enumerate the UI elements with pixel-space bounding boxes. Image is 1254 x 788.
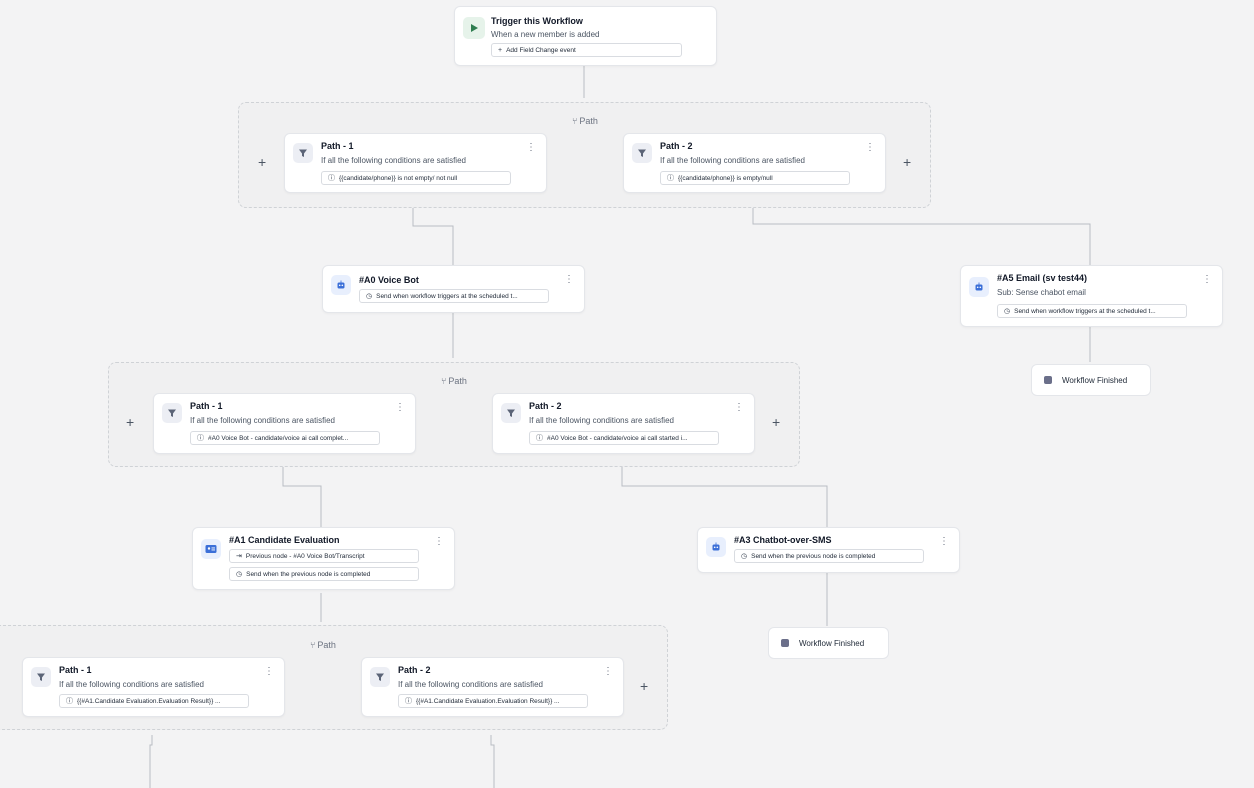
add-path-left-button[interactable]: + [126,415,134,429]
node-title: #A0 Voice Bot [359,275,419,285]
voice-bot-card[interactable]: #A0 Voice Bot ⋮ ◷ Send when workflow trig… [322,265,585,313]
kebab-icon[interactable]: ⋮ [434,537,444,547]
add-path-right-button[interactable]: + [772,415,780,429]
filter-icon [31,667,51,687]
workflow-canvas[interactable]: Trigger this Workflow When a new member … [0,0,1254,788]
condition-chip[interactable]: ⓘ {{candidate/phone}} is not empty/ not n… [321,171,511,185]
kebab-icon[interactable]: ⋮ [564,275,574,285]
condition-chip[interactable]: ⓘ {{candidate/phone}} is empty/null [660,171,850,185]
node-title: #A5 Email (sv test44) [997,273,1088,283]
filter-icon [501,403,521,423]
info-icon: ⓘ [66,698,73,705]
kebab-icon[interactable]: ⋮ [264,667,274,677]
candidate-evaluation-card[interactable]: #A1 Candidate Evaluation ⋮ ⇥ Previous nod… [192,527,455,590]
input-icon: ⇥ [236,553,242,560]
branch-icon: ⑂ [572,116,578,126]
filter-icon [370,667,390,687]
kebab-icon[interactable]: ⋮ [526,143,536,153]
email-subject: Sub: Sense chabot email [997,288,1086,297]
schedule-chip[interactable]: ◷ Send when workflow triggers at the sche… [997,304,1187,318]
workflow-finished-node[interactable]: Workflow Finished [1031,364,1151,396]
schedule-chip[interactable]: ◷ Send when the previous node is complete… [229,567,419,581]
clock-icon: ◷ [236,571,243,578]
path-title: Path - 1 [190,401,223,411]
path-condition-text: If all the following conditions are sati… [529,416,674,425]
path-card[interactable]: Path - 2 If all the following conditions… [492,393,755,454]
input-source-chip[interactable]: ⇥ Previous node - #A0 Voice Bot/Transcrip… [229,549,419,563]
bot-icon [969,277,989,297]
kebab-icon[interactable]: ⋮ [939,537,949,547]
bot-icon [706,537,726,557]
path-title: Path - 1 [321,141,354,151]
branch-icon: ⑂ [310,640,316,650]
condition-chip[interactable]: ⓘ {{#A1.Candidate Evaluation.Evaluation R… [59,694,249,708]
condition-chip[interactable]: ⓘ {{#A1.Candidate Evaluation.Evaluation R… [398,694,588,708]
add-field-change-label: Add Field Change event [506,46,576,54]
path-card[interactable]: Path - 1 If all the following conditions… [153,393,416,454]
path-group-3-label: ⑂ Path [310,640,336,650]
path-group-2-label: ⑂ Path [441,376,467,386]
trigger-card[interactable]: Trigger this Workflow When a new member … [454,6,717,66]
plus-icon: + [498,46,503,54]
kebab-icon[interactable]: ⋮ [1202,275,1212,285]
path-title: Path - 2 [398,665,431,675]
path-group-1-label: ⑂ Path [572,116,598,126]
info-icon: ⓘ [536,435,543,442]
path-title: Path - 1 [59,665,92,675]
trigger-subtitle: When a new member is added [491,30,600,39]
condition-chip[interactable]: ⓘ #A0 Voice Bot - candidate/voice ai call… [190,431,380,445]
add-path-right-button[interactable]: + [903,155,911,169]
branch-icon: ⑂ [441,376,447,386]
trigger-title: Trigger this Workflow [491,16,583,26]
path-title: Path - 2 [529,401,562,411]
kebab-icon[interactable]: ⋮ [865,143,875,153]
play-icon [463,17,485,39]
info-icon: ⓘ [328,175,335,182]
filter-icon [162,403,182,423]
add-path-right-button[interactable]: + [640,679,648,693]
stop-icon [1044,376,1052,384]
kebab-icon[interactable]: ⋮ [603,667,613,677]
path-card[interactable]: Path - 2 If all the following conditions… [623,133,886,193]
node-title: #A3 Chatbot-over-SMS [734,535,832,545]
clock-icon: ◷ [366,293,373,300]
add-field-change-button[interactable]: + Add Field Change event [491,43,682,57]
condition-chip[interactable]: ⓘ #A0 Voice Bot - candidate/voice ai call… [529,431,719,445]
id-card-icon [201,539,221,559]
path-card[interactable]: Path - 1 If all the following conditions… [284,133,547,193]
info-icon: ⓘ [667,175,674,182]
info-icon: ⓘ [197,435,204,442]
info-icon: ⓘ [405,698,412,705]
path-condition-text: If all the following conditions are sati… [190,416,335,425]
path-title: Path - 2 [660,141,693,151]
chatbot-sms-card[interactable]: #A3 Chatbot-over-SMS ⋮ ◷ Send when the pr… [697,527,960,573]
stop-icon [781,639,789,647]
kebab-icon[interactable]: ⋮ [734,403,744,413]
bot-icon [331,275,351,295]
node-title: #A1 Candidate Evaluation [229,535,340,545]
workflow-finished-node[interactable]: Workflow Finished [768,627,889,659]
schedule-chip[interactable]: ◷ Send when the previous node is complete… [734,549,924,563]
path-condition-text: If all the following conditions are sati… [59,680,204,689]
path-condition-text: If all the following conditions are sati… [660,156,805,165]
add-path-left-button[interactable]: + [258,155,266,169]
path-card[interactable]: Path - 1 If all the following conditions… [22,657,285,717]
clock-icon: ◷ [1004,308,1011,315]
path-card[interactable]: Path - 2 If all the following conditions… [361,657,624,717]
filter-icon [293,143,313,163]
email-card[interactable]: #A5 Email (sv test44) Sub: Sense chabot … [960,265,1223,327]
clock-icon: ◷ [741,553,748,560]
path-condition-text: If all the following conditions are sati… [398,680,543,689]
path-condition-text: If all the following conditions are sati… [321,156,466,165]
kebab-icon[interactable]: ⋮ [395,403,405,413]
schedule-chip[interactable]: ◷ Send when workflow triggers at the sche… [359,289,549,303]
filter-icon [632,143,652,163]
